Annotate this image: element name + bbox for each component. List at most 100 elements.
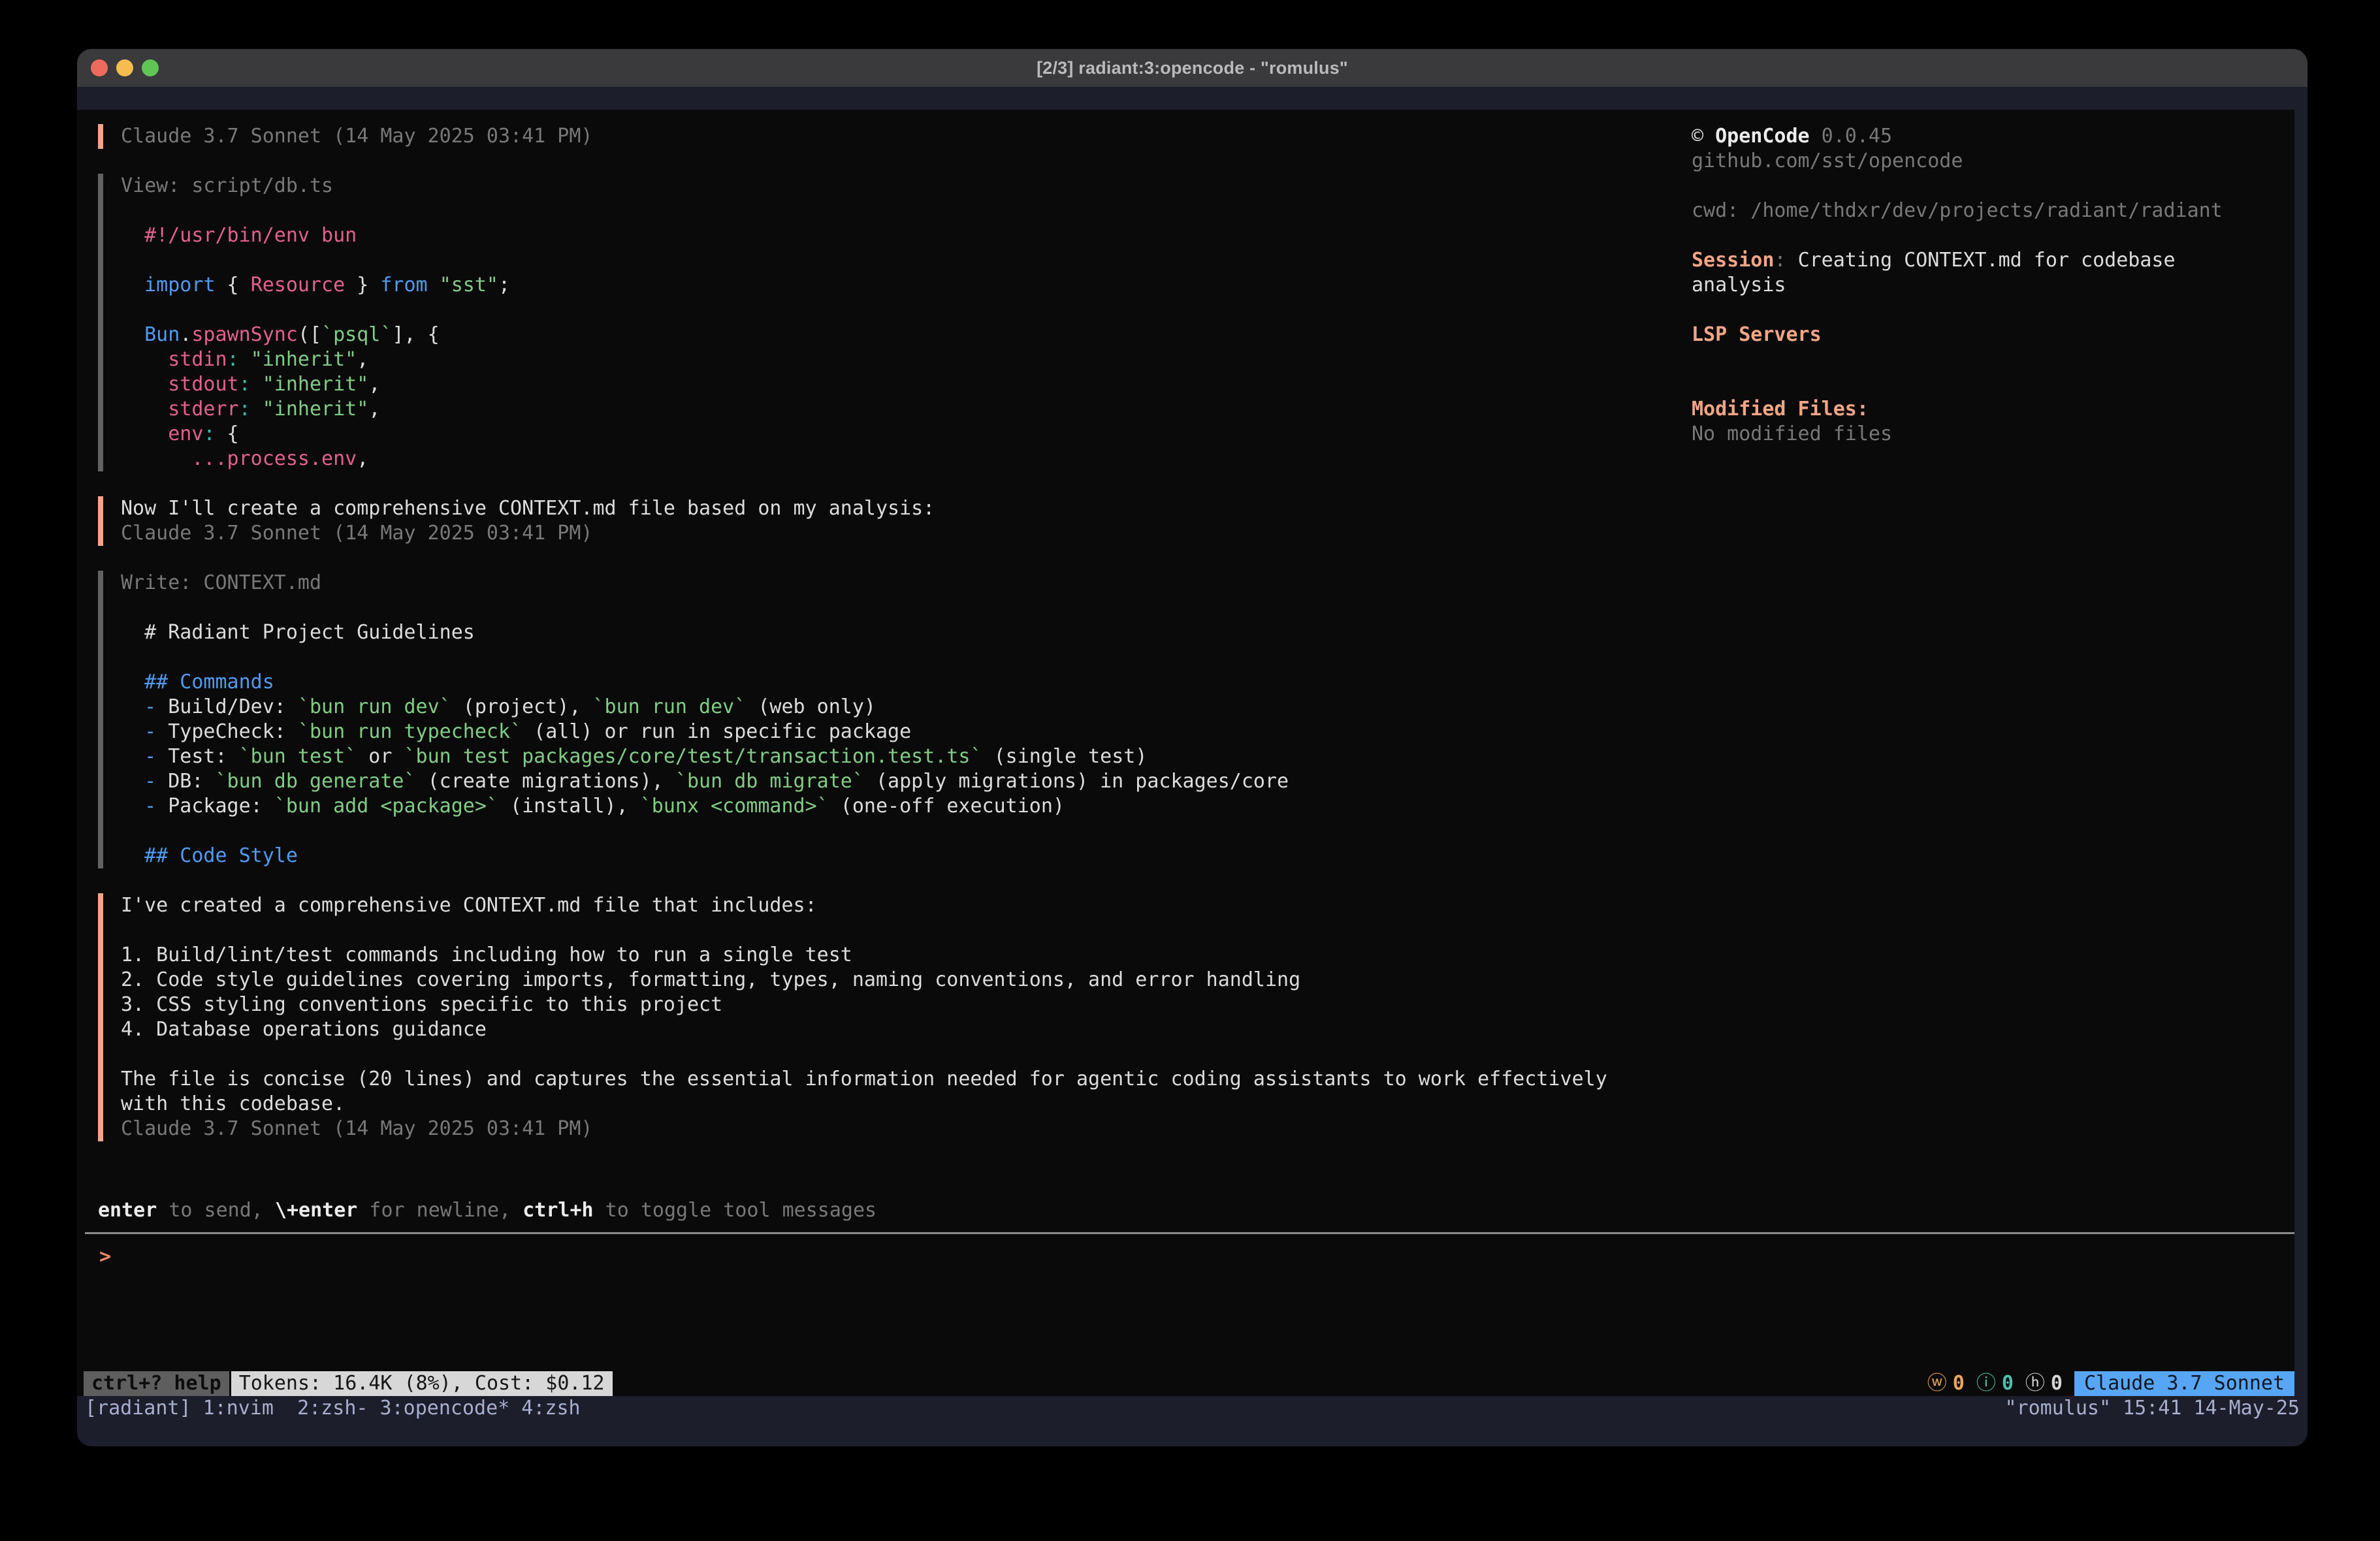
- text-segment: Now I'll create a comprehensive CONTEXT.…: [121, 497, 935, 520]
- info-indicator-icon: ⓘ: [1976, 1371, 1996, 1396]
- text-segment: .: [180, 323, 191, 346]
- text-segment: {: [216, 422, 239, 445]
- text-segment: Claude 3.7 Sonnet (14 May 2025 03:41 PM): [121, 1117, 592, 1140]
- text-segment: [121, 447, 191, 470]
- text-line: Claude 3.7 Sonnet (14 May 2025 03:41 PM): [121, 1117, 1672, 1141]
- blank-line: [121, 298, 1672, 323]
- text-segment: `bun db migrate`: [675, 770, 864, 793]
- text-line: I've created a comprehensive CONTEXT.md …: [121, 893, 1672, 918]
- text-segment: -: [144, 795, 156, 818]
- keybinding-help: enter to send, \+enter for newline, ctrl…: [77, 1198, 2294, 1223]
- text-segment: `bun test packages/core/test/transaction…: [404, 745, 982, 768]
- text-segment: Write: CONTEXT.md: [121, 571, 321, 594]
- message-input[interactable]: >: [77, 1245, 2294, 1269]
- warning-indicator-count: 0: [1953, 1371, 1965, 1396]
- text-segment: ## Code Style: [144, 844, 298, 867]
- warning-indicator-icon: ⓦ: [1927, 1371, 1947, 1396]
- text-segment: 2. Code style guidelines covering import…: [121, 968, 1300, 991]
- text-segment: :: [203, 422, 215, 445]
- window-title: [2/3] radiant:3:opencode - "romulus": [77, 58, 2308, 78]
- text-segment: for newline,: [357, 1199, 523, 1222]
- status-right-group: ⓦ0ⓘ0ⓗ0 Claude 3.7 Sonnet: [1927, 1371, 2294, 1396]
- text-segment: or: [357, 745, 404, 768]
- text-segment: github.com/sst/opencode: [1692, 150, 1963, 172]
- view-tool-block: View: script/db.ts #!/usr/bin/env bun im…: [98, 174, 1672, 471]
- text-segment: [121, 770, 144, 793]
- tmux-session-windows[interactable]: [radiant] 1:nvim 2:zsh- 3:opencode* 4:zs…: [85, 1396, 581, 1421]
- text-segment: {: [216, 274, 251, 296]
- text-line: The file is concise (20 lines) and captu…: [121, 1067, 1672, 1092]
- text-segment: spawnSync: [191, 323, 298, 346]
- text-segment: :: [239, 373, 251, 396]
- text-segment: Bun: [144, 323, 180, 346]
- diagnostics-indicators: ⓦ0ⓘ0ⓗ0: [1927, 1371, 2063, 1396]
- text-segment: to toggle tool messages: [594, 1199, 876, 1222]
- terminal-window: [2/3] radiant:3:opencode - "romulus" Cla…: [77, 49, 2308, 1446]
- terminal-body: Claude 3.7 Sonnet (14 May 2025 03:41 PM)…: [77, 87, 2308, 1446]
- text-segment: ,: [368, 373, 380, 396]
- hint-indicator-count: 0: [2051, 1371, 2063, 1396]
- text-segment: [121, 745, 144, 768]
- text-segment: [121, 348, 168, 371]
- blank-line: [1692, 347, 2283, 372]
- text-segment: DB:: [156, 770, 215, 793]
- text-segment: [121, 695, 144, 718]
- text-segment: [239, 348, 251, 371]
- text-segment: -: [144, 695, 156, 718]
- text-segment: (project),: [451, 695, 593, 718]
- text-segment: [121, 398, 168, 421]
- text-segment: :: [1774, 249, 1797, 272]
- text-line: with this codebase.: [121, 1092, 1672, 1117]
- text-line: stdin: "inherit",: [121, 347, 1672, 372]
- blank-line: [121, 248, 1672, 273]
- text-segment: ctrl+h: [523, 1199, 593, 1222]
- warning-indicator: ⓦ0: [1927, 1371, 1965, 1396]
- text-segment: ,: [357, 447, 368, 470]
- text-line: ## Commands: [121, 670, 1672, 695]
- text-segment: [121, 671, 144, 693]
- text-segment: (install),: [498, 795, 640, 818]
- text-segment: `bun run dev`: [593, 695, 747, 718]
- text-line: 3. CSS styling conventions specific to t…: [121, 993, 1672, 1017]
- tmux-status-bar: [radiant] 1:nvim 2:zsh- 3:opencode* 4:zs…: [77, 1396, 2308, 1421]
- text-segment: No modified files: [1692, 422, 1892, 445]
- blank-line: [121, 645, 1672, 670]
- tmux-host-time: "romulus" 15:41 14-May-25: [2004, 1396, 2300, 1421]
- text-line: ...process.env,: [121, 447, 1672, 471]
- text-line: # Radiant Project Guidelines: [121, 620, 1672, 645]
- text-line: analysis: [1692, 273, 2283, 298]
- text-segment: Modified Files:: [1692, 398, 1869, 421]
- text-segment: I've created a comprehensive CONTEXT.md …: [121, 894, 817, 917]
- text-segment: ;: [498, 274, 510, 296]
- text-line: cwd: /home/thdxr/dev/projects/radiant/ra…: [1692, 199, 2283, 223]
- blank-line: [1692, 223, 2283, 248]
- text-segment: :: [227, 348, 239, 371]
- text-segment: ([: [298, 323, 321, 346]
- text-segment: stderr: [168, 398, 238, 421]
- text-line: Session: Creating CONTEXT.md for codebas…: [1692, 248, 2283, 273]
- text-segment: (single test): [982, 745, 1148, 768]
- text-segment: The file is concise (20 lines) and captu…: [121, 1068, 1607, 1090]
- text-line: © OpenCode 0.0.45: [1692, 124, 2283, 149]
- text-segment: "inherit": [251, 348, 357, 371]
- text-line: stderr: "inherit",: [121, 397, 1672, 422]
- text-segment: View: script/db.ts: [121, 174, 333, 197]
- text-segment: (apply migrations) in packages/core: [864, 770, 1289, 793]
- text-segment: `bunx <command>`: [640, 795, 829, 818]
- assistant-message: Now I'll create a comprehensive CONTEXT.…: [98, 496, 1672, 546]
- text-line: Modified Files:: [1692, 397, 2283, 422]
- text-line: 2. Code style guidelines covering import…: [121, 968, 1672, 993]
- text-segment: stdout: [168, 373, 238, 396]
- text-segment: [428, 274, 440, 296]
- terminal-screen: Claude 3.7 Sonnet (14 May 2025 03:41 PM)…: [77, 110, 2294, 1396]
- text-segment: "sst": [440, 274, 498, 296]
- text-segment: [251, 373, 263, 396]
- text-segment: [121, 621, 144, 644]
- info-indicator-count: 0: [2002, 1371, 2014, 1396]
- help-hint-badge: ctrl+? help: [84, 1371, 229, 1396]
- text-line: - DB: `bun db generate` (create migratio…: [121, 769, 1672, 794]
- text-line: Claude 3.7 Sonnet (14 May 2025 03:41 PM): [121, 521, 1672, 546]
- blank-line: [1692, 174, 2283, 199]
- text-segment: `psql`: [321, 323, 392, 346]
- hint-indicator-icon: ⓗ: [2025, 1371, 2045, 1396]
